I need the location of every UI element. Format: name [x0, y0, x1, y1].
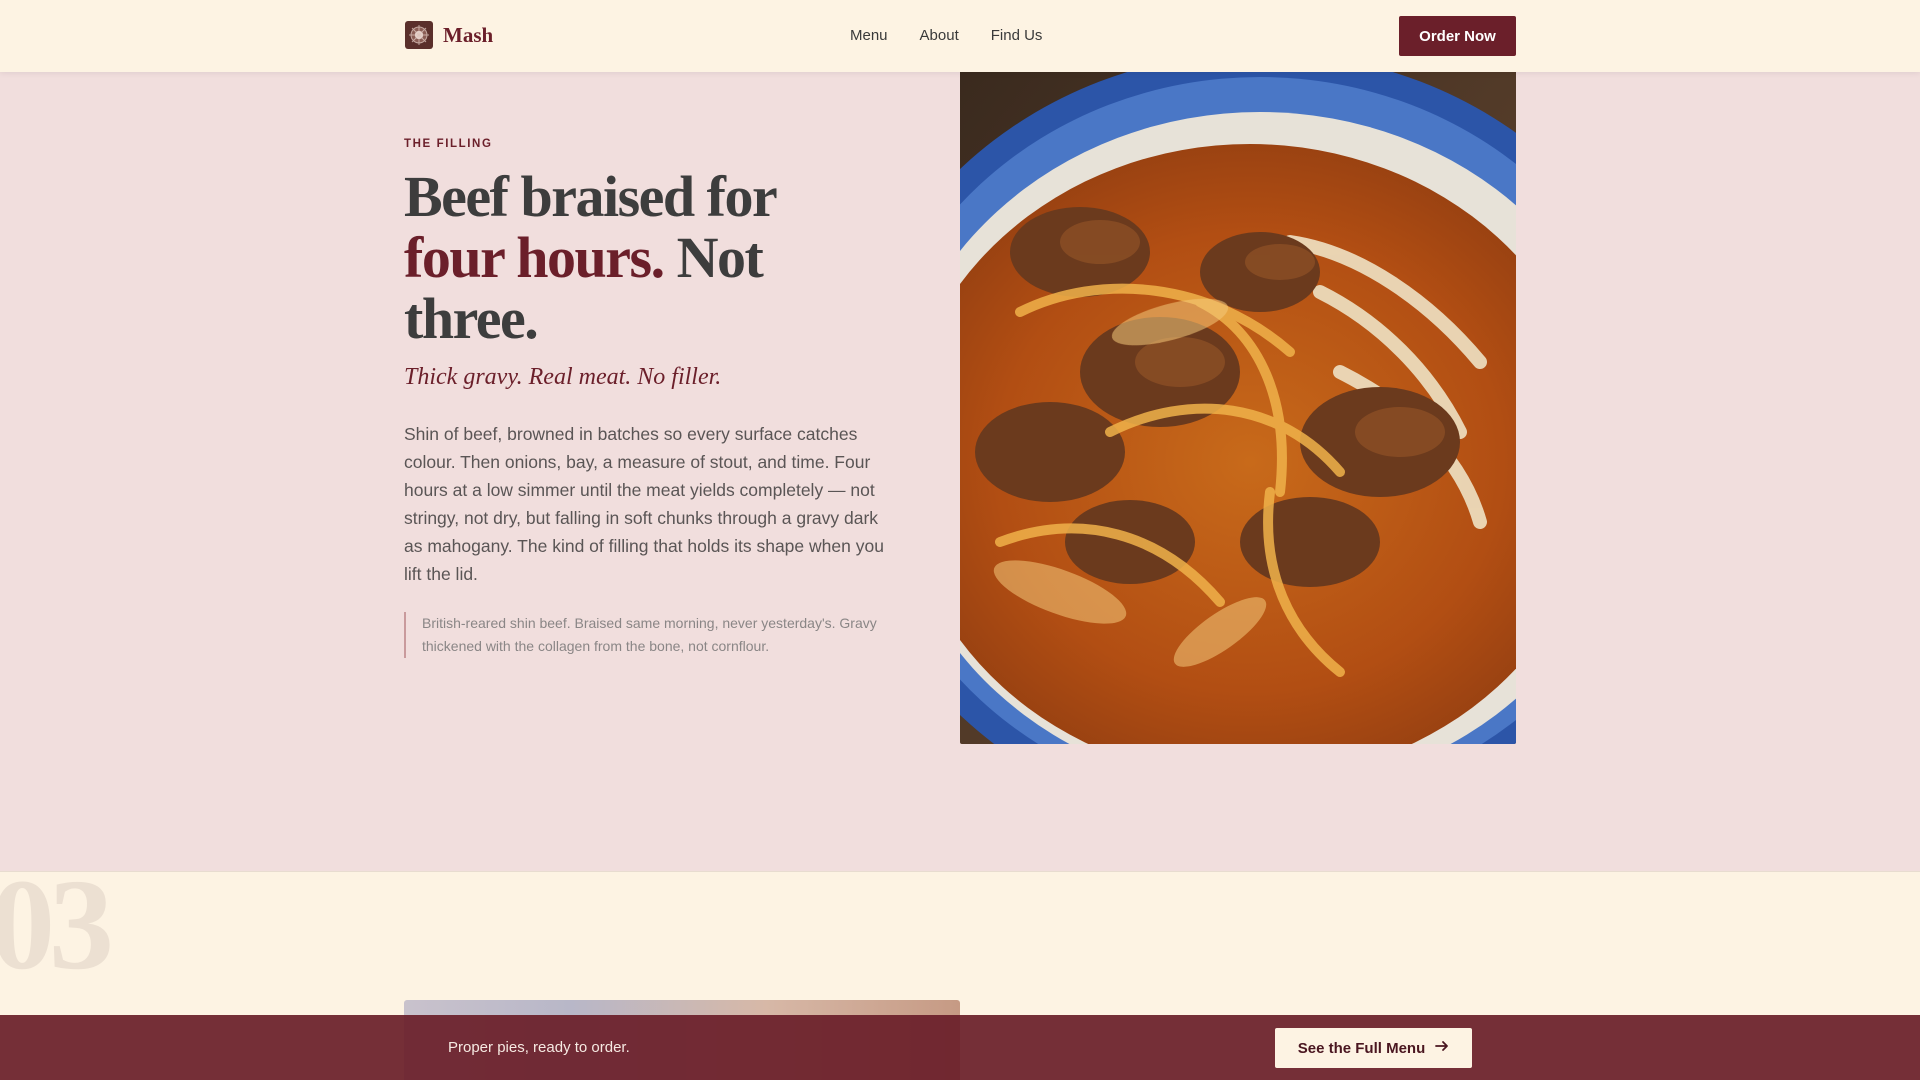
pie-logo-icon — [405, 21, 433, 49]
hero-food-image — [960, 72, 1516, 744]
arrow-right-icon — [1435, 1039, 1449, 1057]
brand-name: Mash — [443, 22, 494, 47]
site-header: Mash Menu About Find Us Order Now — [0, 0, 1920, 72]
page-title: Beef braised for four hours. Not three. — [404, 166, 874, 349]
order-now-button[interactable]: Order Now — [1399, 16, 1516, 56]
brand-logo[interactable]: Mash — [405, 21, 493, 49]
headline-part1: Beef braised for — [404, 164, 777, 229]
hero-body: Shin of beef, browned in batches so ever… — [404, 424, 884, 584]
sticky-order-bar: Proper pies, ready to order. See the Ful… — [0, 1015, 1920, 1080]
section-eyebrow: THE FILLING — [404, 138, 493, 150]
main-nav: Menu About Find Us — [850, 27, 1042, 44]
headline-accent: four hours. — [404, 225, 665, 290]
nav-item-menu[interactable]: Menu — [850, 27, 888, 44]
nav-item-find-us[interactable]: Find Us — [991, 27, 1043, 44]
section-number: 03 — [0, 853, 114, 997]
hero-subhead: Thick gravy. Real meat. No filler. — [404, 364, 722, 390]
see-full-menu-label: See the Full Menu — [1297, 1039, 1426, 1057]
nav-item-about[interactable]: About — [920, 27, 959, 44]
hero-note: British-reared shin beef. Braised same m… — [404, 612, 886, 658]
sticky-bar-text: Proper pies, ready to order. — [448, 1039, 630, 1056]
see-full-menu-button[interactable]: See the Full Menu — [1275, 1028, 1472, 1068]
